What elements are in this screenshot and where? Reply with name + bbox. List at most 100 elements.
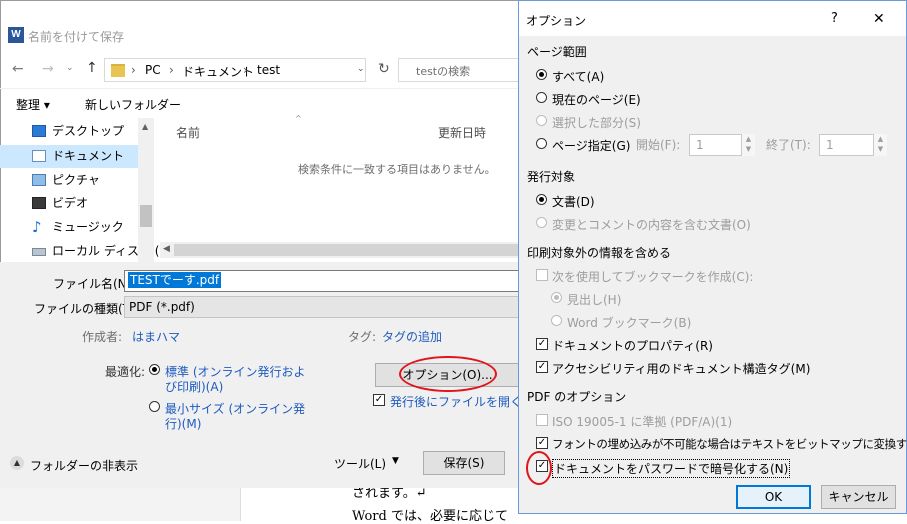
breadcrumb-separator-icon: › — [169, 63, 174, 77]
sidebar-item-label: ピクチャ — [52, 173, 100, 187]
chevron-up-icon[interactable]: ▲ — [10, 456, 24, 470]
sidebar-item-documents[interactable]: ドキュメント — [28, 145, 148, 167]
toolbar-divider — [0, 88, 520, 89]
doc-properties-checkbox[interactable]: ✓ — [536, 338, 548, 350]
headings-label: 見出し(H) — [567, 293, 622, 307]
optimize-minimum-radio[interactable] — [149, 401, 160, 412]
sidebar-item-label: ビデオ — [52, 196, 89, 210]
empty-list-message: 検索条件に一致する項目はありません。 — [298, 163, 496, 176]
headings-radio[interactable] — [551, 292, 562, 303]
page-range-selection-radio[interactable] — [536, 115, 547, 126]
bitmap-text-checkbox[interactable]: ✓ — [536, 437, 548, 449]
column-header-date[interactable]: 更新日時 — [438, 124, 486, 141]
filetype-select[interactable]: PDF (*.pdf) — [124, 296, 520, 318]
spinner-arrows-icon[interactable]: ▲ ▼ — [741, 134, 755, 156]
publish-document-label[interactable]: 文書(D) — [552, 193, 595, 210]
forward-arrow-icon[interactable]: → — [42, 61, 54, 77]
page-range-pages-label[interactable]: ページ指定(G) — [552, 137, 630, 154]
sidebar-item-label: ドキュメント — [52, 149, 125, 163]
filename-value: TESTでーす.pdf — [128, 272, 222, 288]
pdf-options-header: PDF のオプション — [527, 390, 627, 404]
encrypt-label[interactable]: ドキュメントをパスワードで暗号化する(N) — [552, 459, 791, 478]
author-label: 作成者: — [82, 330, 123, 344]
folder-icon — [111, 64, 125, 77]
to-label: 終了(T): — [766, 138, 811, 152]
cancel-button[interactable]: キャンセル — [821, 485, 896, 509]
hide-folders-button[interactable]: フォルダーの非表示 — [30, 457, 138, 474]
scroll-up-arrow-icon[interactable]: ▲ — [142, 122, 148, 131]
page-range-all-label[interactable]: すべて(A) — [552, 68, 604, 85]
organize-button[interactable]: 整理 ▾ — [16, 96, 50, 113]
horizontal-scrollbar-thumb[interactable] — [174, 244, 520, 256]
options-title: オプション — [526, 14, 587, 28]
nonprint-header: 印刷対象外の情報を含める — [527, 246, 672, 260]
ok-button[interactable]: OK — [736, 485, 811, 509]
doc-properties-label[interactable]: ドキュメントのプロパティ(R) — [552, 337, 713, 354]
page-range-header: ページ範囲 — [527, 45, 587, 59]
optimize-standard-label-line2[interactable]: び印刷)(A) — [165, 378, 223, 395]
save-button[interactable]: 保存(S) — [423, 451, 505, 475]
address-dropdown-icon[interactable]: ⌄ — [357, 64, 365, 74]
word-app-icon: W — [8, 27, 24, 43]
page-range-selection-label: 選択した部分(S) — [552, 116, 641, 130]
bitmap-text-label[interactable]: フォントの埋め込みが不可能な場合はテキストをビットマップに変換する(X) — [552, 436, 907, 452]
page-range-current-label[interactable]: 現在のページ(E) — [552, 91, 641, 108]
publish-markup-radio[interactable] — [536, 217, 547, 228]
iso-label: ISO 19005-1 に準拠 (PDF/A)(1) — [552, 415, 733, 429]
drive-icon — [32, 248, 46, 256]
highlight-ellipse — [526, 451, 552, 485]
document-text-line: Word では、必要に応じて — [352, 509, 508, 524]
page-range-all-radio[interactable] — [536, 69, 547, 80]
spinner-arrows-icon[interactable]: ▲ ▼ — [873, 134, 887, 156]
open-after-publish-checkbox[interactable]: ✓ — [373, 394, 385, 406]
optimize-standard-radio[interactable] — [149, 364, 160, 375]
page-range-pages-radio[interactable] — [536, 138, 547, 149]
tag-value[interactable]: タグの追加 — [382, 328, 442, 345]
sidebar-item-music[interactable]: ♪ ミュージック — [28, 216, 148, 238]
sidebar-item-label: ミュージック — [52, 220, 124, 234]
nav-scrollbar-thumb[interactable] — [140, 205, 152, 227]
recent-locations-chevron-icon[interactable]: ⌄ — [66, 63, 74, 73]
from-label: 開始(F): — [636, 138, 681, 152]
close-icon[interactable]: ✕ — [873, 11, 885, 27]
nav-scrollbar[interactable] — [138, 118, 154, 266]
accessibility-tags-label[interactable]: アクセシビリティ用のドキュメント構造タグ(M) — [552, 360, 810, 377]
breadcrumb-test[interactable]: test — [257, 63, 280, 77]
back-arrow-icon[interactable]: ← — [12, 61, 24, 77]
videos-icon — [32, 197, 46, 209]
documents-icon — [32, 150, 46, 162]
accessibility-tags-checkbox[interactable]: ✓ — [536, 361, 548, 373]
tools-button[interactable]: ツール(L) — [334, 455, 386, 472]
open-after-publish-label[interactable]: 発行後にファイルを開く(E) — [390, 393, 539, 410]
scroll-left-arrow-icon[interactable]: ◀ — [163, 244, 170, 254]
refresh-icon[interactable]: ↻ — [378, 61, 390, 77]
breadcrumb-pc[interactable]: PC — [145, 63, 161, 77]
search-placeholder: testの検索 — [416, 65, 471, 78]
create-bookmarks-label: 次を使用してブックマークを作成(C): — [552, 270, 754, 284]
optimize-label: 最適化: — [105, 365, 146, 379]
publish-header: 発行対象 — [527, 170, 576, 184]
sidebar-item-desktop[interactable]: デスクトップ — [28, 120, 148, 142]
page-range-current-radio[interactable] — [536, 92, 547, 103]
dialog-title: 名前を付けて保存 — [28, 30, 125, 44]
sidebar-item-pictures[interactable]: ピクチャ — [28, 169, 148, 191]
tag-label: タグ: — [348, 330, 377, 344]
publish-document-radio[interactable] — [536, 194, 547, 205]
help-button[interactable]: ? — [831, 11, 838, 26]
breadcrumb-separator-icon: › — [131, 63, 136, 77]
tools-dropdown-icon[interactable]: ▼ — [392, 456, 399, 466]
author-value[interactable]: はまハマ — [132, 328, 180, 345]
word-bookmarks-radio[interactable] — [551, 315, 562, 326]
iso-checkbox[interactable] — [536, 414, 548, 426]
music-note-icon: ♪ — [32, 218, 42, 236]
publish-markup-label: 変更とコメントの内容を含む文書(O) — [552, 218, 751, 232]
up-folder-arrow-icon[interactable]: ↑ — [86, 60, 98, 76]
sidebar-item-videos[interactable]: ビデオ — [28, 192, 148, 214]
word-bookmarks-label: Word ブックマーク(B) — [567, 316, 692, 330]
pictures-icon — [32, 174, 46, 186]
column-header-name[interactable]: 名前 — [176, 124, 200, 141]
new-folder-button[interactable]: 新しいフォルダー — [85, 96, 181, 113]
create-bookmarks-checkbox[interactable] — [536, 269, 548, 281]
optimize-minimum-label-line2[interactable]: 行)(M) — [165, 415, 201, 432]
sidebar-item-local-disk[interactable]: ローカル ディスク (C — [28, 240, 168, 262]
